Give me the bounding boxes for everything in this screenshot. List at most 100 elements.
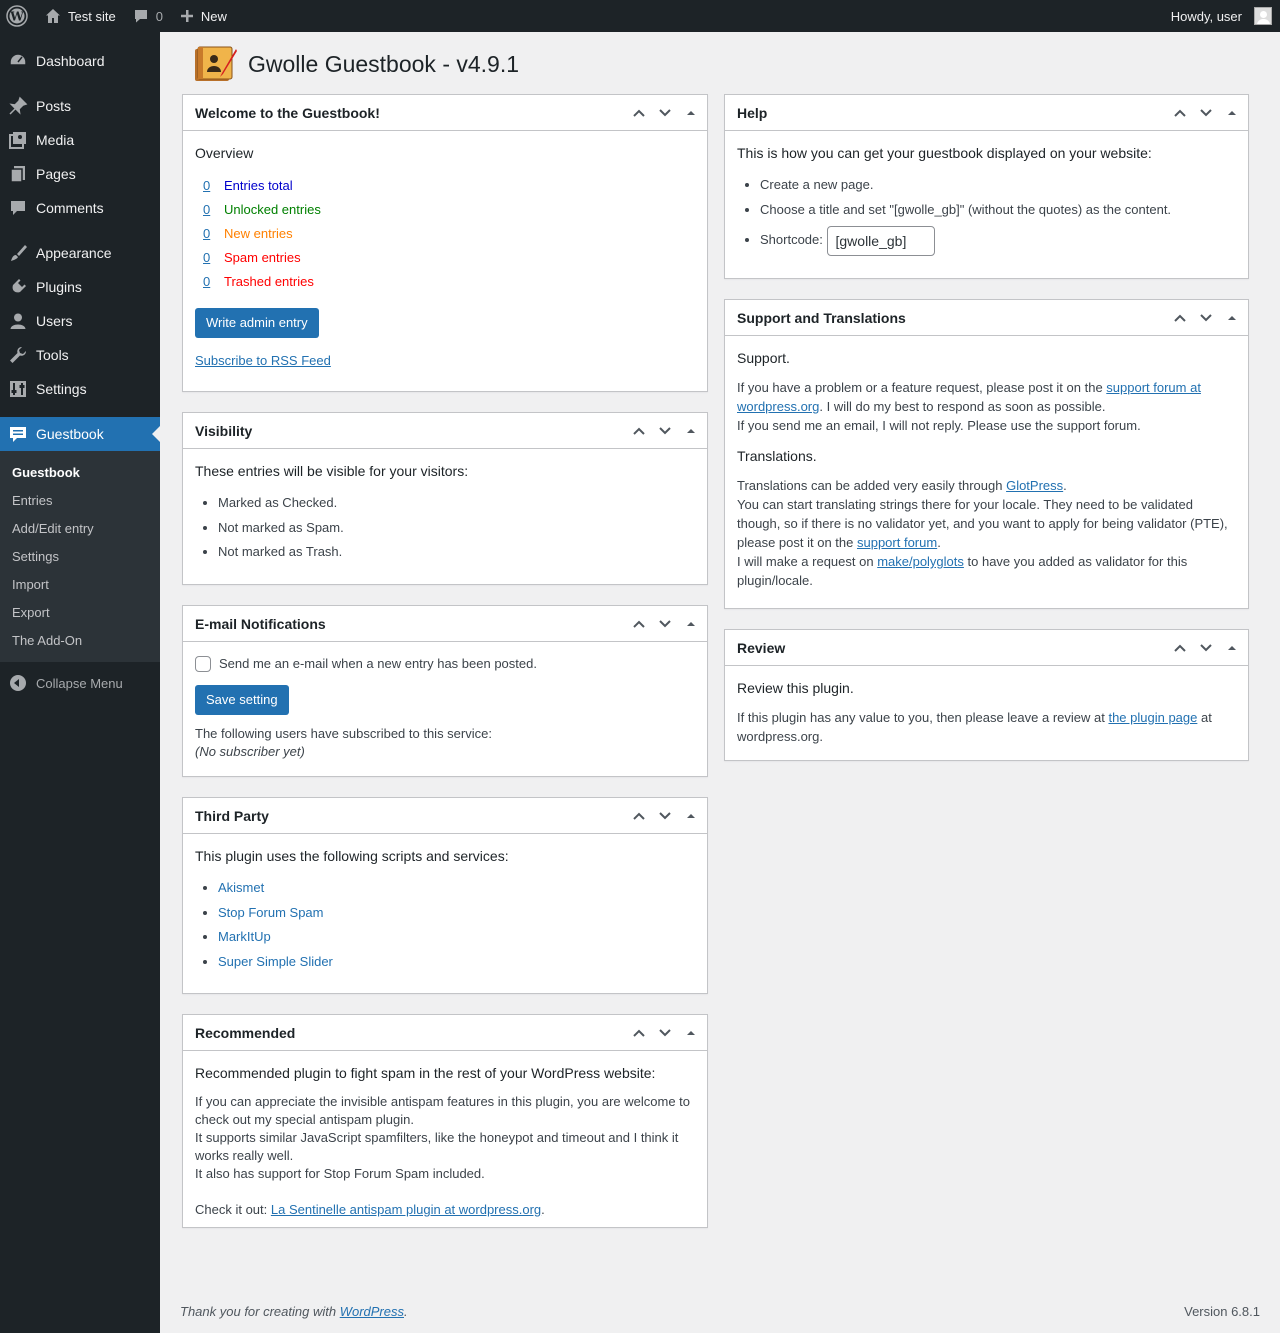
new-content-link[interactable]: New <box>171 0 235 32</box>
move-up-icon[interactable] <box>1170 308 1190 328</box>
submenu-item-entries[interactable]: Entries <box>0 486 160 514</box>
support-forum-link[interactable]: support forum <box>857 535 937 550</box>
howdy-text: Howdy, user <box>1170 8 1242 24</box>
sidebar-item-dashboard[interactable]: Dashboard <box>0 44 160 78</box>
review-postbox: Review Review this plugin. If this plugi… <box>724 629 1249 761</box>
submenu-item-guestbook[interactable]: Guestbook <box>0 458 160 486</box>
move-down-icon[interactable] <box>655 1023 675 1043</box>
toggle-panel-icon[interactable] <box>1222 308 1242 328</box>
visibility-lead: These entries will be visible for your v… <box>195 463 469 479</box>
list-item: Marked as Checked. <box>218 491 695 516</box>
footer-thanks: Thank you for creating with WordPress. <box>180 1304 408 1319</box>
super-simple-slider-link[interactable]: Super Simple Slider <box>218 954 333 969</box>
toggle-panel-icon[interactable] <box>681 614 701 634</box>
new-entries-label: New entries <box>224 225 293 241</box>
third-party-list: Akismet Stop Forum Spam MarkItUp Super S… <box>218 876 695 974</box>
site-name-link[interactable]: Test site <box>36 0 124 32</box>
recommended-line-3: It also has support for Stop Forum Spam … <box>195 1166 485 1181</box>
make-polyglots-link[interactable]: make/polyglots <box>877 554 964 569</box>
move-up-icon[interactable] <box>629 1023 649 1043</box>
help-postbox: Help This is how you can get your guestb… <box>724 94 1249 279</box>
sidebar-item-pages[interactable]: Pages <box>0 157 160 191</box>
wordpress-logo-icon: W <box>6 5 28 27</box>
settings-icon <box>8 379 28 399</box>
sidebar-item-label: Media <box>36 132 75 148</box>
plugin-icon <box>8 277 28 297</box>
new-entries-count[interactable]: 0 <box>203 226 210 241</box>
t1-prefix: Translations can be added very easily th… <box>737 478 1007 493</box>
move-down-icon[interactable] <box>655 614 675 634</box>
sidebar-item-tools[interactable]: Tools <box>0 338 160 372</box>
sidebar-item-guestbook[interactable]: Guestbook <box>0 417 160 451</box>
move-up-icon[interactable] <box>629 614 649 634</box>
toggle-panel-icon[interactable] <box>1222 638 1242 658</box>
postbox-title: Support and Translations <box>737 309 906 326</box>
sidebar-item-posts[interactable]: Posts <box>0 89 160 123</box>
move-up-icon[interactable] <box>629 103 649 123</box>
move-up-icon[interactable] <box>1170 103 1190 123</box>
sidebar-item-label: Appearance <box>36 245 112 261</box>
move-up-icon[interactable] <box>1170 638 1190 658</box>
entries-total-count[interactable]: 0 <box>203 178 210 193</box>
trashed-entries-count[interactable]: 0 <box>203 274 210 289</box>
postbox-title: Visibility <box>195 422 253 439</box>
move-down-icon[interactable] <box>1196 638 1216 658</box>
unlocked-entries-count[interactable]: 0 <box>203 202 210 217</box>
comments-link[interactable]: 0 <box>124 0 171 32</box>
spam-entries-count[interactable]: 0 <box>203 250 210 265</box>
trashed-entries-label: Trashed entries <box>224 273 314 289</box>
move-down-icon[interactable] <box>655 421 675 441</box>
s1-prefix: If you have a problem or a feature reque… <box>737 380 1107 395</box>
sidebar-item-label: Posts <box>36 98 72 114</box>
stop-forum-spam-link[interactable]: Stop Forum Spam <box>218 905 324 920</box>
account-menu[interactable]: Howdy, user <box>1163 0 1280 32</box>
avatar <box>1254 7 1272 25</box>
glotpress-link[interactable]: GlotPress <box>1006 478 1063 493</box>
markitup-link[interactable]: MarkItUp <box>218 929 271 944</box>
plugin-page-link[interactable]: the plugin page <box>1108 710 1197 725</box>
overview-row-total: 0 Entries total <box>195 173 695 197</box>
move-down-icon[interactable] <box>1196 308 1216 328</box>
la-sentinelle-link[interactable]: La Sentinelle antispam plugin at wordpre… <box>271 1202 541 1217</box>
help-list: Create a new page. Choose a title and se… <box>760 173 1236 258</box>
sidebar-item-settings[interactable]: Settings <box>0 372 160 406</box>
move-down-icon[interactable] <box>655 103 675 123</box>
wordpress-link[interactable]: WordPress <box>340 1304 404 1319</box>
postbox-title: Welcome to the Guestbook! <box>195 104 380 121</box>
sidebar-item-plugins[interactable]: Plugins <box>0 270 160 304</box>
toggle-panel-icon[interactable] <box>681 421 701 441</box>
submenu-item-add-edit-entry[interactable]: Add/Edit entry <box>0 514 160 542</box>
toggle-panel-icon[interactable] <box>681 103 701 123</box>
t3-prefix: I will make a request on <box>737 554 878 569</box>
email-notify-checkbox[interactable] <box>195 655 211 672</box>
submenu-item-import[interactable]: Import <box>0 570 160 598</box>
wordpress-logo-button[interactable]: W <box>0 0 36 32</box>
shortcode-field[interactable]: [gwolle_gb] <box>826 225 935 256</box>
write-admin-entry-button[interactable]: Write admin entry <box>195 308 319 338</box>
postbox-title: Help <box>737 104 768 121</box>
toggle-panel-icon[interactable] <box>681 1023 701 1043</box>
subscribe-rss-link[interactable]: Subscribe to RSS Feed <box>195 353 331 368</box>
translations-paragraph-3: I will make a request on make/polyglots … <box>737 552 1236 590</box>
move-up-icon[interactable] <box>629 806 649 826</box>
sidebar-item-appearance[interactable]: Appearance <box>0 236 160 270</box>
move-down-icon[interactable] <box>655 806 675 826</box>
toggle-panel-icon[interactable] <box>681 806 701 826</box>
submenu-item-settings[interactable]: Settings <box>0 542 160 570</box>
sidebar-item-media[interactable]: Media <box>0 123 160 157</box>
sidebar-item-label: Dashboard <box>36 53 105 69</box>
list-item: Not marked as Spam. <box>218 516 695 541</box>
submenu-item-export[interactable]: Export <box>0 598 160 626</box>
akismet-link[interactable]: Akismet <box>218 880 264 895</box>
collapse-menu-button[interactable]: Collapse Menu <box>0 666 160 700</box>
postbox-title: Review <box>737 639 786 656</box>
sidebar-item-users[interactable]: Users <box>0 304 160 338</box>
spam-entries-label: Spam entries <box>224 249 301 265</box>
sidebar-item-comments[interactable]: Comments <box>0 191 160 225</box>
save-setting-button[interactable]: Save setting <box>195 685 289 715</box>
move-down-icon[interactable] <box>1196 103 1216 123</box>
move-up-icon[interactable] <box>629 421 649 441</box>
pin-icon <box>8 96 28 116</box>
submenu-item-addon[interactable]: The Add-On <box>0 626 160 654</box>
toggle-panel-icon[interactable] <box>1222 103 1242 123</box>
